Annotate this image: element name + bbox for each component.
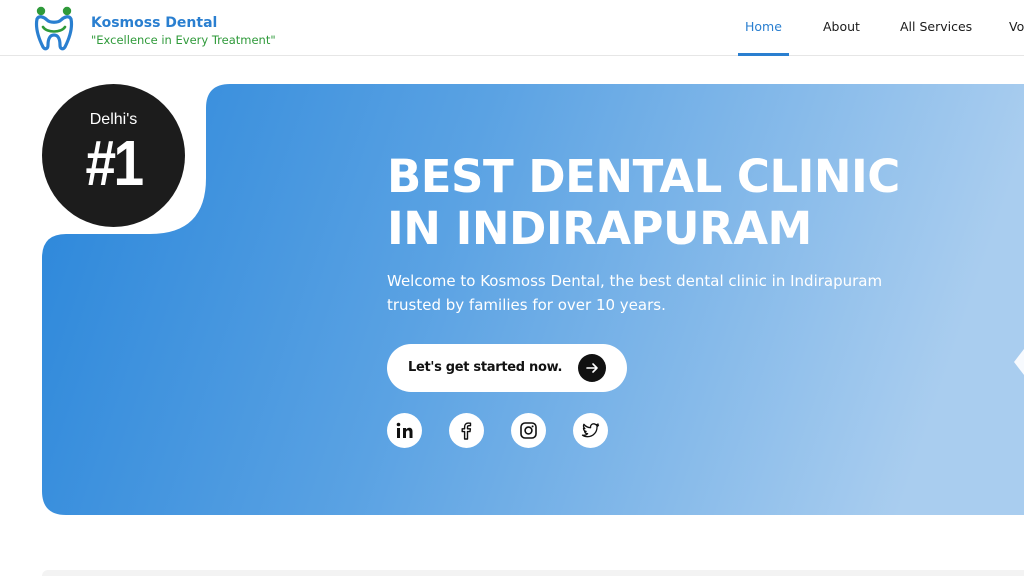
hero-title-line1: BEST DENTAL CLINIC xyxy=(387,150,900,203)
nav-home[interactable]: Home xyxy=(745,19,782,34)
nav-all-services[interactable]: All Services xyxy=(900,19,972,34)
delhi-number-one-badge: Delhi's #1 xyxy=(42,84,185,227)
instagram-button[interactable] xyxy=(511,413,546,448)
site-header: Kosmoss Dental "Excellence in Every Trea… xyxy=(0,0,1024,56)
get-started-button[interactable]: Let's get started now. xyxy=(387,344,627,392)
nav-vo[interactable]: Vo xyxy=(1009,19,1024,34)
twitter-button[interactable] xyxy=(573,413,608,448)
hero-title-line2: IN INDIRAPURAM xyxy=(387,202,812,255)
facebook-button[interactable] xyxy=(449,413,484,448)
facebook-icon xyxy=(461,422,472,440)
hero-subtitle: Welcome to Kosmoss Dental, the best dent… xyxy=(387,269,882,317)
next-section-edge xyxy=(42,570,1024,576)
hero-subtitle-line2: trusted by families for over 10 years. xyxy=(387,296,666,314)
main-nav: Home About All Services Vo xyxy=(0,0,1024,56)
hero-subtitle-line1: Welcome to Kosmoss Dental, the best dent… xyxy=(387,272,883,290)
get-started-label: Let's get started now. xyxy=(408,360,563,375)
twitter-icon xyxy=(581,423,600,438)
arrow-right-icon xyxy=(578,354,606,382)
slider-next-icon[interactable] xyxy=(1014,349,1024,375)
nav-about[interactable]: About xyxy=(823,19,860,34)
linkedin-button[interactable] xyxy=(387,413,422,448)
badge-rank: #1 xyxy=(85,127,144,199)
hero-title: BEST DENTAL CLINIC IN INDIRAPURAM xyxy=(387,151,900,255)
linkedin-icon xyxy=(396,422,413,438)
instagram-icon xyxy=(520,422,537,439)
